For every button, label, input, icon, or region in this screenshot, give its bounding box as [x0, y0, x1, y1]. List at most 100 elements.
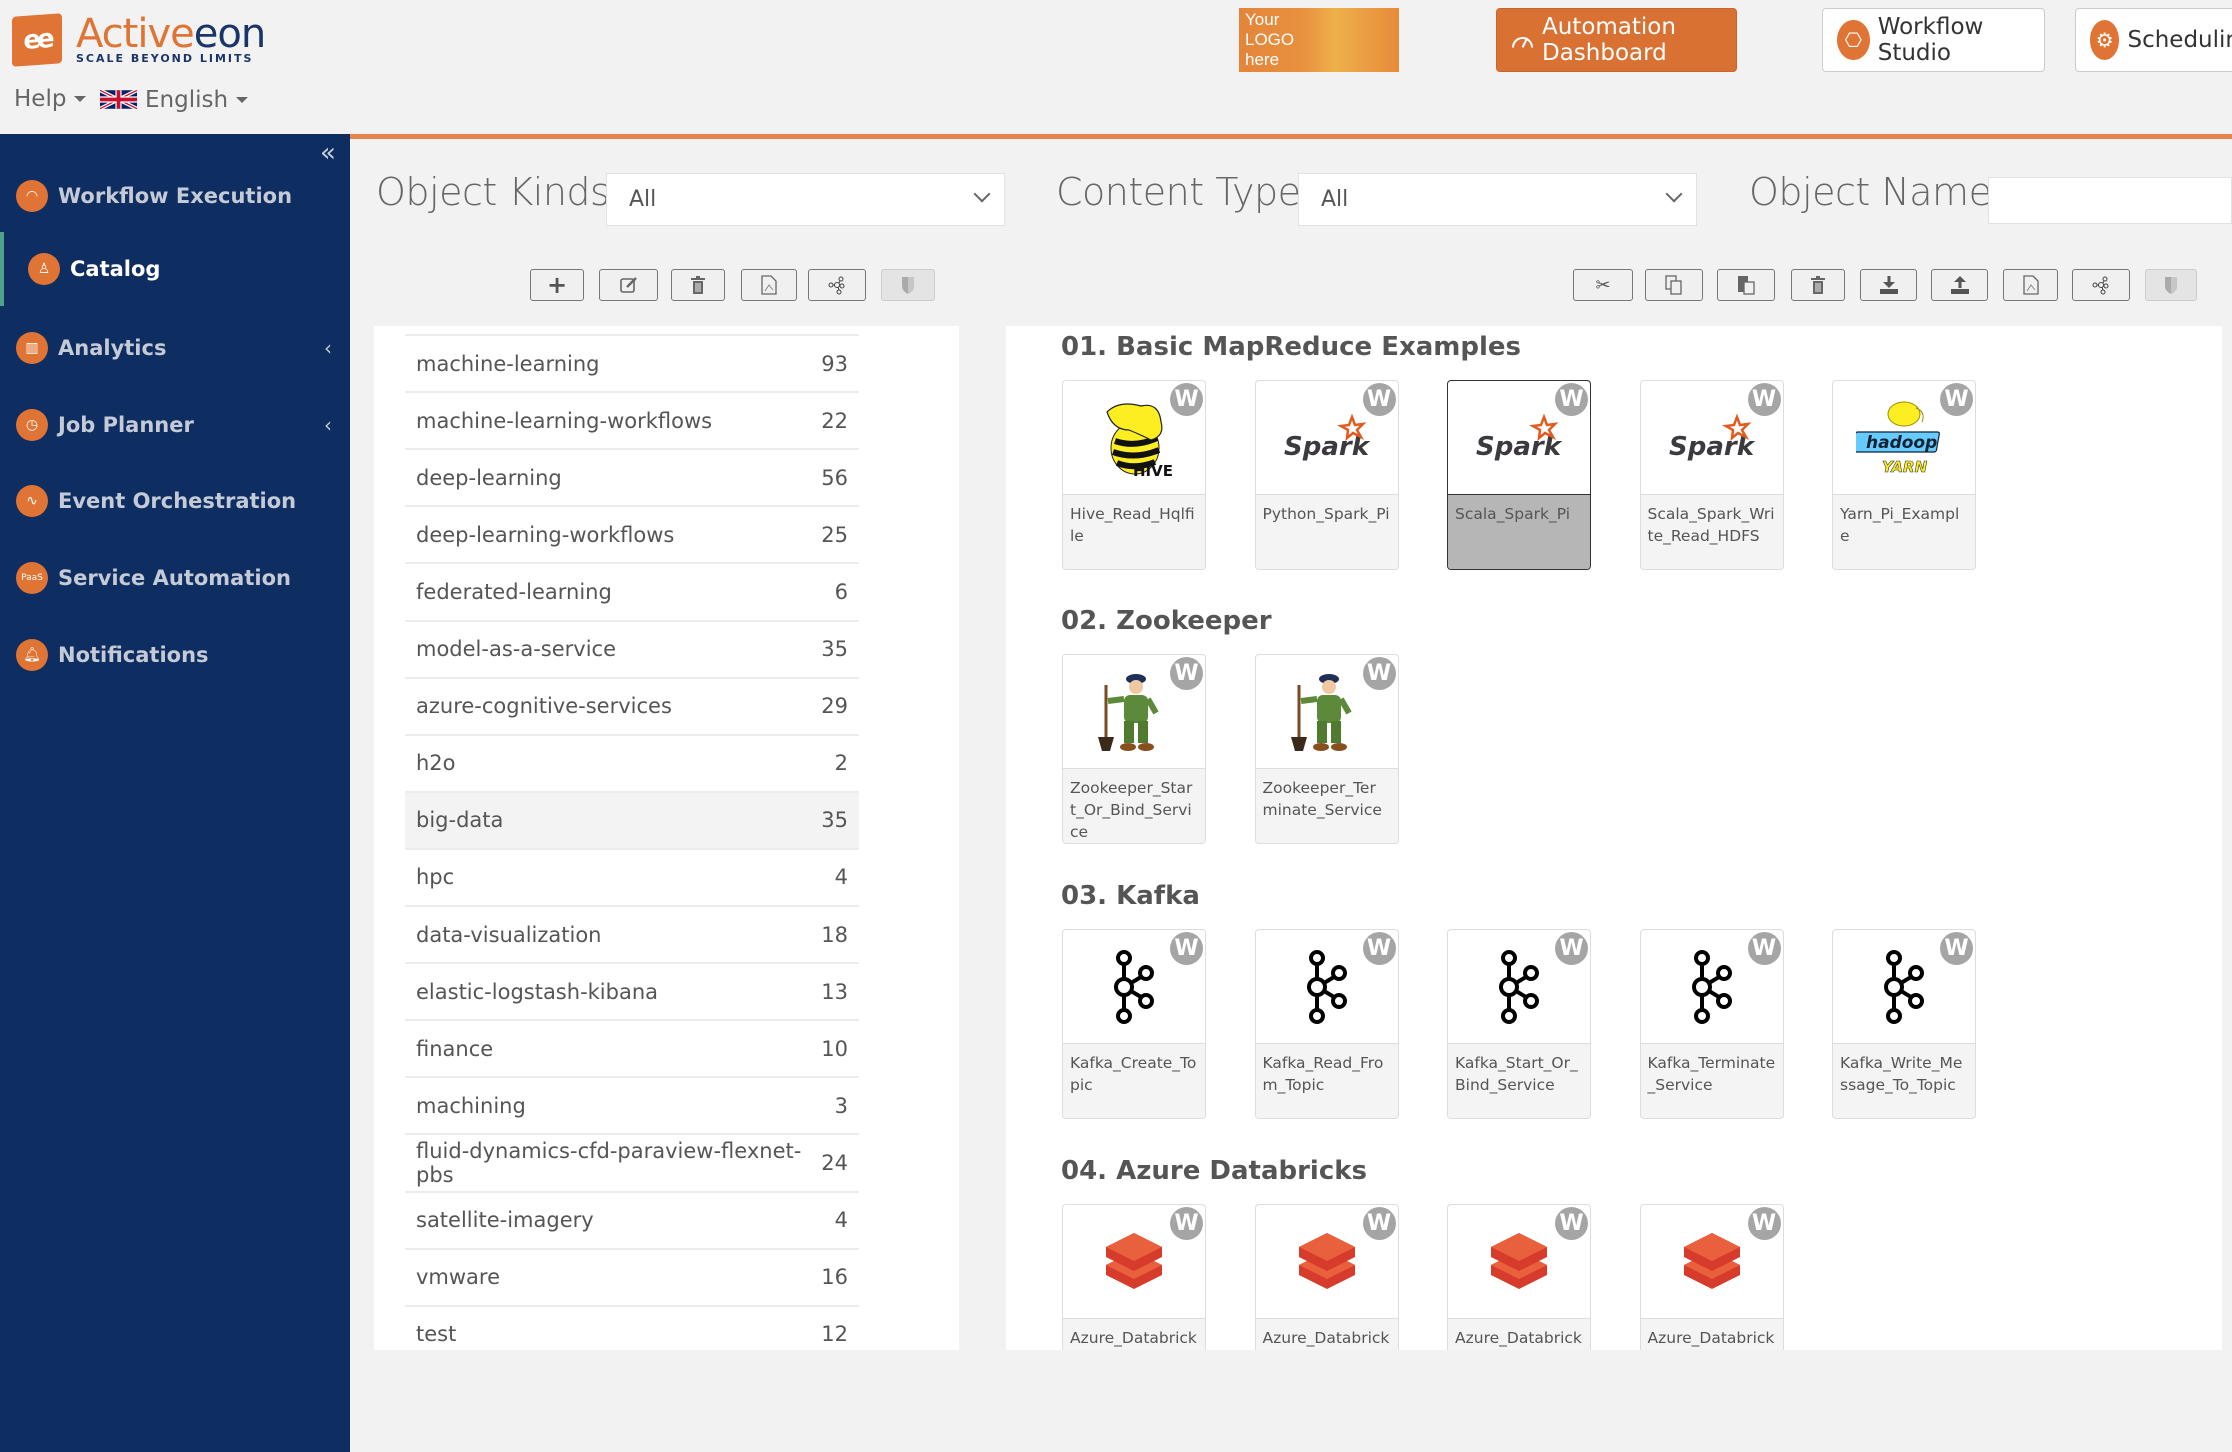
catalog-object-card[interactable]: hadoop YARN W Yarn_Pi_Example: [1832, 380, 1976, 570]
bucket-graph-button[interactable]: [808, 269, 866, 301]
custom-logo-placeholder: Your LOGO here: [1239, 8, 1399, 72]
bucket-object-count: 22: [821, 408, 848, 433]
object-name: Scala_Spark_Write_Read_HDFS: [1640, 494, 1783, 569]
bucket-name: data-visualization: [416, 922, 602, 947]
workflow-kind-badge: W: [1362, 383, 1396, 416]
help-label: Help: [14, 86, 67, 112]
catalog-object-card[interactable]: W Azure_Databrick: [1447, 1204, 1591, 1350]
bucket-row[interactable]: finance 10: [405, 1019, 859, 1076]
clock-icon: ◷: [16, 409, 48, 441]
shield-icon: [902, 277, 914, 294]
language-dropdown[interactable]: English: [100, 86, 249, 113]
catalog-object-card[interactable]: Spark W Scala_Spark_Write_Read_HDFS: [1639, 380, 1784, 570]
catalog-object-card[interactable]: W Azure_Databrick: [1639, 1204, 1784, 1350]
uk-flag-icon: [100, 88, 137, 111]
bucket-row[interactable]: satellite-imagery 4: [405, 1190, 859, 1248]
delete-object-button[interactable]: [1791, 269, 1845, 301]
object-graph-button[interactable]: [2072, 269, 2130, 301]
catalog-object-card[interactable]: W Kafka_Terminate_Service: [1639, 929, 1784, 1119]
catalog-object-card[interactable]: HIVE W Hive_Read_Hqlfile: [1062, 380, 1206, 570]
workflow-kind-badge: W: [1940, 932, 1973, 965]
catalog-object-card[interactable]: W Kafka_Start_Or_Bind_Service: [1447, 929, 1591, 1119]
bucket-row[interactable]: deep-learning-workflows 25: [405, 505, 859, 562]
catalog-icon: ♙: [28, 253, 60, 285]
upload-object-button[interactable]: [1931, 269, 1988, 301]
upload-icon: [1950, 276, 1969, 294]
catalog-object-card[interactable]: Spark W Python_Spark_Pi: [1254, 380, 1399, 570]
catalog-object-card[interactable]: W Kafka_Write_Message_To_Topic: [1832, 929, 1976, 1119]
object-pdf-report-button[interactable]: [2003, 269, 2058, 301]
catalog-object-card[interactable]: W Zookeeper_Terminate_Service: [1254, 654, 1399, 844]
object-name: Azure_Databrick: [1255, 1318, 1398, 1350]
catalog-object-card[interactable]: W Azure_Databrick: [1062, 1204, 1206, 1350]
bucket-object-count: 35: [821, 637, 848, 661]
edit-bucket-button[interactable]: [599, 269, 658, 301]
object-name-input[interactable]: [1988, 177, 2232, 224]
add-bucket-button[interactable]: +: [530, 269, 584, 301]
sidebar-item-analytics[interactable]: ▥ Analytics ‹: [0, 310, 350, 386]
workflow-kind-badge: W: [1362, 657, 1396, 690]
plus-icon: +: [546, 271, 568, 299]
scheduling-button[interactable]: ⚙ Schedulin: [2075, 8, 2232, 72]
cut-object-button[interactable]: ✂: [1573, 269, 1633, 301]
catalog-object-card[interactable]: Spark W Scala_Spark_Pi: [1447, 380, 1591, 570]
bucket-row[interactable]: machining 3: [405, 1076, 859, 1133]
bucket-row[interactable]: hpc 4: [405, 847, 859, 905]
bucket-row[interactable]: fluid-dynamics-cfd-paraview-flexnet-pbs 2…: [405, 1133, 859, 1190]
object-kinds-select[interactable]: All: [606, 173, 1005, 226]
bucket-row[interactable]: model-as-a-service 35: [405, 619, 859, 677]
bucket-pdf-report-button[interactable]: [741, 269, 797, 301]
sidebar-item-job-planner[interactable]: ◷ Job Planner ‹: [0, 387, 350, 463]
object-name: Kafka_Start_Or_Bind_Service: [1448, 1043, 1590, 1118]
sidebar-item-catalog[interactable]: ♙ Catalog: [0, 232, 350, 306]
bucket-row[interactable]: data-visualization 18: [405, 905, 859, 962]
object-name: Zookeeper_Terminate_Service: [1255, 768, 1398, 843]
delete-bucket-button[interactable]: [671, 269, 725, 301]
sidebar-item-label: Analytics: [58, 336, 167, 360]
paste-object-button[interactable]: [1717, 269, 1775, 301]
chevron-left-icon[interactable]: ‹: [324, 413, 332, 437]
bucket-object-count: 18: [821, 922, 848, 947]
download-object-button[interactable]: [1860, 269, 1917, 301]
help-dropdown[interactable]: Help: [14, 86, 87, 112]
bucket-row[interactable]: machine-learning-workflows 22: [405, 391, 859, 448]
object-access-control-button[interactable]: [2145, 269, 2197, 301]
bucket-row[interactable]: deep-learning 56: [405, 448, 859, 505]
bucket-row[interactable]: federated-learning 6: [405, 562, 859, 619]
bucket-name: satellite-imagery: [416, 1208, 594, 1232]
content-type-value: All: [1321, 187, 1349, 212]
bucket-list: machine-learning 93 machine-learning-workf…: [374, 326, 959, 1350]
bucket-object-count: 56: [821, 465, 848, 490]
brand-tagline: SCALE BEYOND LIMITS: [76, 52, 254, 65]
sidebar-item-service-automation[interactable]: PaaS Service Automation: [0, 540, 350, 616]
catalog-object-card[interactable]: W Zookeeper_Start_Or_Bind_Service: [1062, 654, 1206, 844]
sidebar-item-event-orchestration[interactable]: ∿ Event Orchestration: [0, 463, 350, 539]
automation-dashboard-button[interactable]: Automation Dashboard: [1496, 8, 1737, 72]
bucket-row[interactable]: big-data 35: [405, 790, 859, 848]
brand-name-part1: Active: [76, 11, 195, 57]
object-name: Azure_Databrick: [1063, 1318, 1205, 1350]
workflow-studio-button[interactable]: ⎔ Workflow Studio: [1822, 8, 2045, 72]
activeeon-logo[interactable]: ee Activeeon SCALE BEYOND LIMITS: [12, 11, 266, 67]
bucket-access-control-button[interactable]: [881, 269, 935, 301]
content-type-select[interactable]: All: [1298, 173, 1697, 226]
workflow-studio-label: Workflow Studio: [1877, 14, 1984, 66]
bucket-row[interactable]: vmware 16: [405, 1247, 859, 1305]
sidebar-item-notifications[interactable]: 🔔︎ Notifications: [0, 617, 350, 693]
copy-object-button[interactable]: [1645, 269, 1703, 301]
object-kinds-value: All: [629, 187, 657, 212]
bucket-row[interactable]: machine-learning 93: [405, 334, 859, 391]
bucket-row[interactable]: elastic-logstash-kibana 13: [405, 962, 859, 1019]
bucket-row[interactable]: h2o 2: [405, 733, 859, 791]
bucket-row[interactable]: azure-cognitive-services 29: [405, 676, 859, 734]
catalog-object-card[interactable]: W Azure_Databrick: [1254, 1204, 1399, 1350]
bucket-row[interactable]: test 12: [405, 1304, 859, 1350]
sidebar-item-workflow-execution[interactable]: ◠ Workflow Execution: [0, 158, 350, 234]
catalog-object-card[interactable]: W Kafka_Read_From_Topic: [1254, 929, 1399, 1119]
chevron-left-icon[interactable]: ‹: [324, 336, 332, 360]
section-title: 01. Basic MapReduce Examples: [1061, 332, 1522, 362]
workflow-icon: ⎔: [1837, 20, 1870, 60]
workflow-kind-badge: W: [1940, 383, 1973, 416]
paas-icon: PaaS: [16, 562, 48, 594]
catalog-object-card[interactable]: W Kafka_Create_Topic: [1062, 929, 1206, 1119]
